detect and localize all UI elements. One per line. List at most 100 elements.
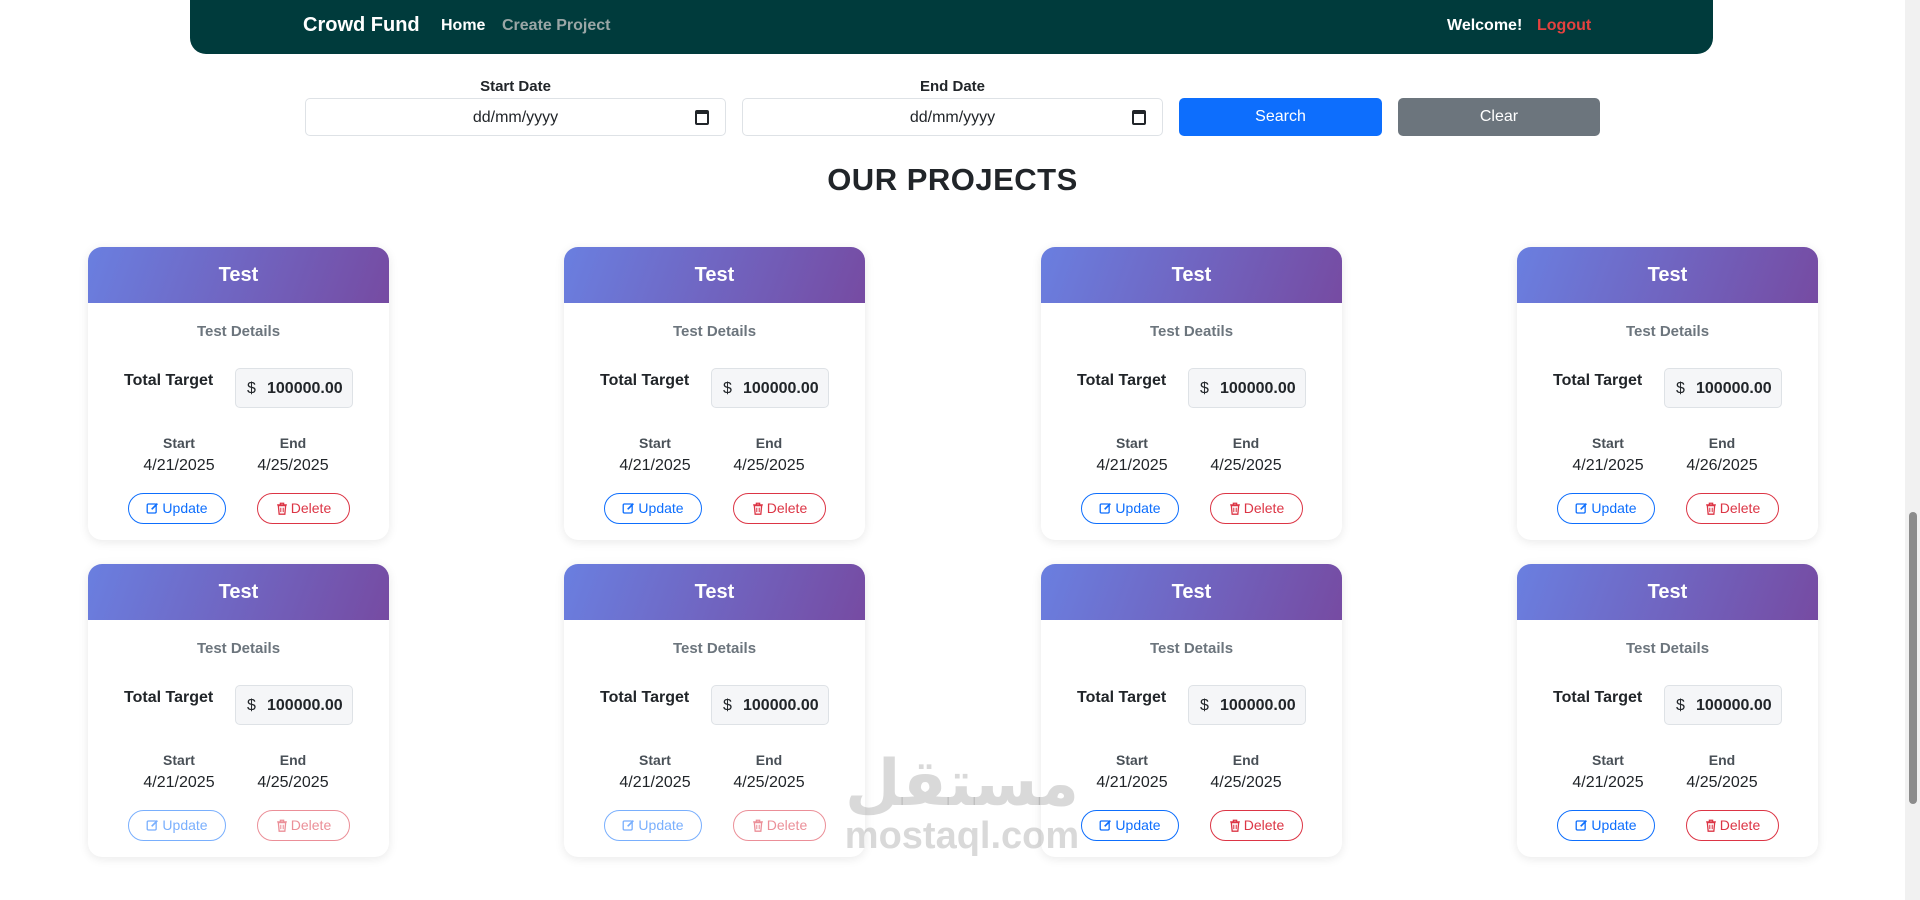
- end-label: End: [755, 435, 783, 451]
- nav-home-link[interactable]: Home: [441, 17, 485, 35]
- trash-icon: [752, 817, 767, 833]
- update-button[interactable]: Update: [1557, 810, 1655, 841]
- delete-button[interactable]: Delete: [257, 810, 350, 841]
- start-date-value: 4/21/2025: [1096, 457, 1168, 474]
- project-title: Test: [88, 247, 389, 303]
- total-target-field: $100000.00: [1188, 368, 1306, 408]
- project-details: Test Details: [672, 323, 757, 340]
- project-details: Test Details: [1149, 640, 1234, 657]
- end-label: End: [1708, 435, 1736, 451]
- total-target-value: 100000.00: [743, 697, 819, 714]
- total-target-label: Total Target: [1553, 689, 1643, 706]
- total-target-value: 100000.00: [267, 697, 343, 714]
- vertical-scrollbar[interactable]: [1905, 0, 1920, 900]
- total-target-label: Total Target: [1077, 372, 1167, 389]
- end-label: End: [1232, 435, 1260, 451]
- total-target-field: $100000.00: [235, 368, 353, 408]
- delete-button[interactable]: Delete: [733, 810, 826, 841]
- total-target-value: 100000.00: [743, 380, 819, 397]
- end-date-value: 4/25/2025: [1686, 774, 1758, 791]
- project-card: Test Test Details Total Target $100000.00 St…: [564, 564, 865, 857]
- project-title: Test: [88, 564, 389, 620]
- update-label: Update: [638, 817, 684, 833]
- start-date-value: 4/21/2025: [143, 457, 215, 474]
- delete-label: Delete: [290, 817, 332, 833]
- start-date-value: 4/21/2025: [619, 457, 691, 474]
- calendar-icon[interactable]: [695, 110, 709, 125]
- delete-button[interactable]: Delete: [1210, 493, 1303, 524]
- scrollbar-thumb[interactable]: [1909, 512, 1917, 804]
- watermark: مستقل mostaql.com: [842, 752, 1082, 856]
- edit-icon: [622, 817, 638, 833]
- logout-link[interactable]: Logout: [1537, 17, 1591, 35]
- delete-label: Delete: [1243, 500, 1285, 516]
- start-date-value: 4/21/2025: [1096, 774, 1168, 791]
- start-date-input[interactable]: dd/mm/yyyy: [305, 98, 726, 136]
- start-date-value: 4/21/2025: [619, 774, 691, 791]
- project-card: Test Test Deatils Total Target $100000.00 St…: [1041, 247, 1342, 540]
- project-title: Test: [1517, 564, 1818, 620]
- total-target-value: 100000.00: [1696, 380, 1772, 397]
- project-card: Test Test Details Total Target $100000.00 St…: [88, 564, 389, 857]
- currency-symbol: $: [1676, 697, 1685, 714]
- brand-link[interactable]: Crowd Fund: [303, 14, 420, 37]
- total-target-field: $100000.00: [1664, 685, 1782, 725]
- end-date-placeholder: dd/mm/yyyy: [909, 109, 996, 126]
- edit-icon: [1575, 817, 1591, 833]
- update-button[interactable]: Update: [604, 493, 702, 524]
- start-date-value: 4/21/2025: [1572, 774, 1644, 791]
- total-target-label: Total Target: [1077, 689, 1167, 706]
- end-date-value: 4/26/2025: [1686, 457, 1758, 474]
- project-title: Test: [1041, 564, 1342, 620]
- start-label: Start: [1592, 752, 1624, 768]
- update-button[interactable]: Update: [128, 493, 226, 524]
- update-button[interactable]: Update: [128, 810, 226, 841]
- calendar-icon[interactable]: [1132, 110, 1146, 125]
- delete-button[interactable]: Delete: [1210, 810, 1303, 841]
- project-card: Test Test Details Total Target $100000.00 St…: [1517, 564, 1818, 857]
- project-details: Test Details: [196, 640, 281, 657]
- update-label: Update: [638, 500, 684, 516]
- currency-symbol: $: [723, 380, 732, 397]
- total-target-field: $100000.00: [711, 368, 829, 408]
- total-target-field: $100000.00: [711, 685, 829, 725]
- update-button[interactable]: Update: [1557, 493, 1655, 524]
- end-date-value: 4/25/2025: [1210, 457, 1282, 474]
- page-title: OUR PROJECTS: [827, 162, 1078, 197]
- update-button[interactable]: Update: [604, 810, 702, 841]
- project-details: Test Details: [1625, 323, 1710, 340]
- edit-icon: [1099, 500, 1115, 516]
- delete-button[interactable]: Delete: [257, 493, 350, 524]
- currency-symbol: $: [723, 697, 732, 714]
- clear-button[interactable]: Clear: [1398, 98, 1600, 136]
- page: Crowd Fund Home Create Project Welcome! …: [0, 0, 1920, 900]
- update-button[interactable]: Update: [1081, 493, 1179, 524]
- trash-icon: [1229, 817, 1244, 833]
- project-card: Test Test Details Total Target $100000.00 St…: [88, 247, 389, 540]
- delete-button[interactable]: Delete: [1686, 810, 1779, 841]
- end-date-value: 4/25/2025: [257, 774, 329, 791]
- total-target-label: Total Target: [124, 689, 214, 706]
- delete-label: Delete: [1719, 817, 1761, 833]
- trash-icon: [1229, 500, 1244, 516]
- end-label: End: [1708, 752, 1736, 768]
- welcome-text: Welcome!: [1447, 17, 1523, 34]
- search-button[interactable]: Search: [1179, 98, 1382, 136]
- start-date-label: Start Date: [480, 78, 551, 95]
- end-date-input[interactable]: dd/mm/yyyy: [742, 98, 1163, 136]
- start-label: Start: [1116, 435, 1148, 451]
- project-card: Test Test Details Total Target $100000.00 St…: [1517, 247, 1818, 540]
- project-title: Test: [1041, 247, 1342, 303]
- currency-symbol: $: [1200, 380, 1209, 397]
- update-label: Update: [1591, 500, 1637, 516]
- edit-icon: [146, 500, 162, 516]
- nav-create-project-link[interactable]: Create Project: [502, 17, 611, 35]
- delete-button[interactable]: Delete: [1686, 493, 1779, 524]
- edit-icon: [622, 500, 638, 516]
- total-target-value: 100000.00: [1220, 380, 1296, 397]
- project-title: Test: [564, 247, 865, 303]
- project-card: Test Test Details Total Target $100000.00 St…: [1041, 564, 1342, 857]
- start-label: Start: [639, 435, 671, 451]
- delete-button[interactable]: Delete: [733, 493, 826, 524]
- update-button[interactable]: Update: [1081, 810, 1179, 841]
